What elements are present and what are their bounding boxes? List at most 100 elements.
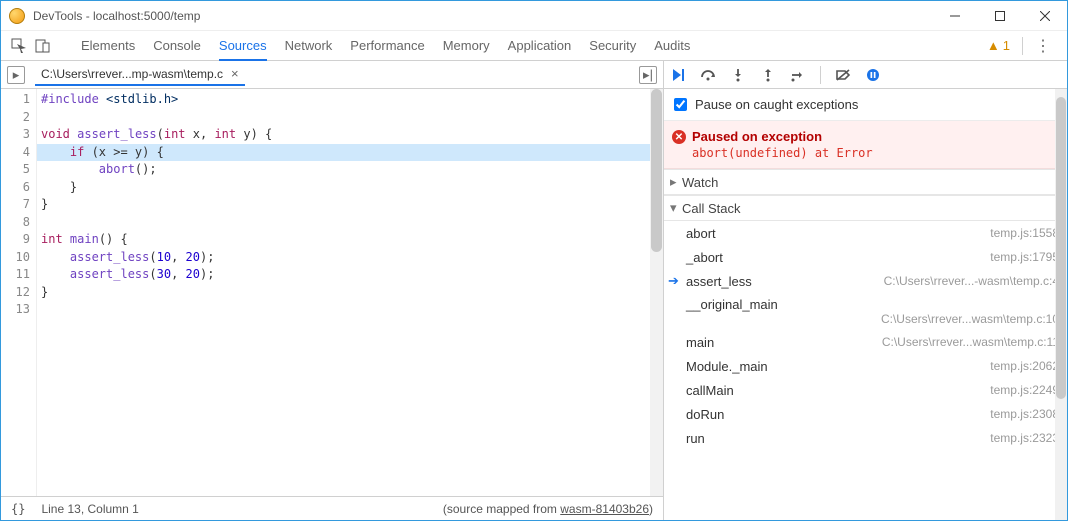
warning-icon: ▲ (987, 38, 1000, 53)
window-controls (932, 1, 1067, 30)
minimize-button[interactable] (932, 1, 977, 30)
stack-frame-function: run (686, 431, 705, 446)
more-options-icon[interactable]: ⋮ (1027, 36, 1059, 56)
toolbar-divider (1022, 37, 1023, 55)
titlebar: DevTools - localhost:5000/temp (1, 1, 1067, 31)
panel-tab-sources[interactable]: Sources (219, 32, 267, 61)
editor-scrollbar[interactable] (650, 89, 663, 496)
stack-frame[interactable]: doRuntemp.js:2308 (664, 402, 1067, 426)
current-frame-icon: ➔ (668, 273, 679, 289)
pause-on-caught-row[interactable]: Pause on caught exceptions (664, 89, 1067, 121)
stack-frame[interactable]: __original_mainC:\Users\rrever...wasm\te… (664, 293, 1067, 330)
stack-frame-function: abort (686, 226, 716, 241)
stack-frame-location[interactable]: temp.js:1795 (990, 250, 1059, 264)
show-navigator-icon[interactable]: ▸ (7, 66, 25, 84)
cursor-position: Line 13, Column 1 (41, 502, 138, 516)
maximize-button[interactable] (977, 1, 1022, 30)
panel-tab-performance[interactable]: Performance (350, 32, 424, 60)
error-icon: ✕ (672, 130, 686, 144)
panel-tab-audits[interactable]: Audits (654, 32, 690, 60)
debug-toolbar (664, 61, 1067, 89)
stack-frame[interactable]: callMain temp.js:2249 (664, 378, 1067, 402)
devtools-app-icon (9, 8, 25, 24)
code-line[interactable]: } (37, 179, 663, 197)
stack-frame-function: main (686, 335, 714, 350)
main-toolbar: Elements Console Sources Network Performance… (1, 31, 1067, 61)
code-area[interactable]: #include <stdlib.h> void assert_less(int … (37, 89, 663, 496)
resume-icon[interactable] (670, 67, 686, 83)
expand-icon: ▸ (670, 174, 682, 190)
devtools-window: DevTools - localhost:5000/temp Elements C… (0, 0, 1068, 521)
stack-frame[interactable]: ➔ assert_less C:\Users\rrever...-wasm\temp… (664, 269, 1067, 293)
panel-tab-memory[interactable]: Memory (443, 32, 490, 60)
sources-pane: ▸ C:\Users\rrever...mp-wasm\temp.c × ▸| … (1, 61, 663, 520)
panel-tab-application[interactable]: Application (508, 32, 572, 60)
code-line[interactable] (37, 301, 663, 319)
paused-title: Paused on exception (692, 129, 1057, 144)
editor[interactable]: 12345678910111213 #include <stdlib.h> voi… (1, 89, 663, 496)
step-icon[interactable] (790, 67, 806, 83)
show-debugger-icon[interactable]: ▸| (639, 66, 657, 84)
file-tab-bar: ▸ C:\Users\rrever...mp-wasm\temp.c × ▸| (1, 61, 663, 89)
collapse-icon: ▾ (670, 200, 682, 216)
stack-frame[interactable]: _abort temp.js:1795 (664, 245, 1067, 269)
stack-frame-location[interactable]: C:\Users\rrever...wasm\temp.c:11 (882, 335, 1059, 349)
code-line[interactable]: assert_less(30, 20); (37, 266, 663, 284)
stack-frame-location[interactable]: C:\Users\rrever...-wasm\temp.c:4 (884, 274, 1059, 288)
stack-frame-location[interactable]: temp.js:2308 (990, 407, 1059, 421)
code-line[interactable] (37, 214, 663, 232)
stack-frame-location[interactable]: temp.js:1558 (990, 226, 1059, 240)
code-line[interactable] (37, 109, 663, 127)
status-bar: {} Line 13, Column 1 (source mapped from… (1, 496, 663, 520)
code-line[interactable]: } (37, 196, 663, 214)
step-into-icon[interactable] (730, 67, 746, 83)
pause-on-exceptions-icon[interactable] (865, 67, 881, 83)
inspect-element-icon[interactable] (9, 36, 29, 56)
code-line[interactable]: if (x >= y) { (37, 144, 663, 162)
code-line[interactable]: assert_less(10, 20); (37, 249, 663, 267)
file-tab-label: C:\Users\rrever...mp-wasm\temp.c (41, 67, 223, 81)
watch-section-header[interactable]: ▸ Watch (664, 169, 1067, 195)
code-line[interactable]: void assert_less(int x, int y) { (37, 126, 663, 144)
code-line[interactable]: #include <stdlib.h> (37, 91, 663, 109)
stack-frame[interactable]: Module._main temp.js:2062 (664, 354, 1067, 378)
toolbar-divider (820, 66, 821, 84)
braces-icon[interactable]: {} (11, 502, 25, 516)
panel-tab-network[interactable]: Network (285, 32, 333, 60)
stack-frame[interactable]: abort temp.js:1558 (664, 221, 1067, 245)
stack-frame-function: assert_less (686, 274, 752, 289)
stack-frame-function: Module._main (686, 359, 768, 374)
step-over-icon[interactable] (700, 67, 716, 83)
deactivate-breakpoints-icon[interactable] (835, 67, 851, 83)
toggle-device-icon[interactable] (33, 36, 53, 56)
stack-frame-function: callMain (686, 383, 734, 398)
call-stack-list: abort temp.js:1558 _abort temp.js:1795 ➔ asse… (664, 221, 1067, 450)
panel-tab-console[interactable]: Console (153, 32, 201, 60)
line-gutter: 12345678910111213 (1, 89, 37, 496)
code-line[interactable]: abort(); (37, 161, 663, 179)
source-map-link[interactable]: wasm-81403b26 (560, 502, 649, 516)
stack-frame-location[interactable]: temp.js:2062 (990, 359, 1059, 373)
panel-tab-elements[interactable]: Elements (81, 32, 135, 60)
source-mapped-text: (source mapped from wasm-81403b26) (443, 502, 653, 516)
panel-tab-security[interactable]: Security (589, 32, 636, 60)
window-title: DevTools - localhost:5000/temp (33, 9, 932, 23)
stack-frame-location[interactable]: C:\Users\rrever...wasm\temp.c:10 (686, 312, 1059, 326)
warnings-badge[interactable]: ▲ 1 (987, 38, 1010, 53)
warning-count: 1 (1003, 38, 1010, 53)
stack-frame-function: _abort (686, 250, 723, 265)
close-button[interactable] (1022, 1, 1067, 30)
file-tab[interactable]: C:\Users\rrever...mp-wasm\temp.c × (35, 63, 245, 86)
callstack-section-header[interactable]: ▾ Call Stack (664, 195, 1067, 221)
pause-on-caught-checkbox[interactable] (674, 98, 687, 111)
stack-frame[interactable]: run temp.js:2323 (664, 426, 1067, 450)
close-file-icon[interactable]: × (231, 66, 239, 81)
code-line[interactable]: int main() { (37, 231, 663, 249)
code-line[interactable]: } (37, 284, 663, 302)
stack-frame[interactable]: main C:\Users\rrever...wasm\temp.c:11 (664, 330, 1067, 354)
main-area: ▸ C:\Users\rrever...mp-wasm\temp.c × ▸| … (1, 61, 1067, 520)
step-out-icon[interactable] (760, 67, 776, 83)
stack-frame-location[interactable]: temp.js:2249 (990, 383, 1059, 397)
debugger-scrollbar[interactable] (1055, 89, 1067, 520)
stack-frame-location[interactable]: temp.js:2323 (990, 431, 1059, 445)
